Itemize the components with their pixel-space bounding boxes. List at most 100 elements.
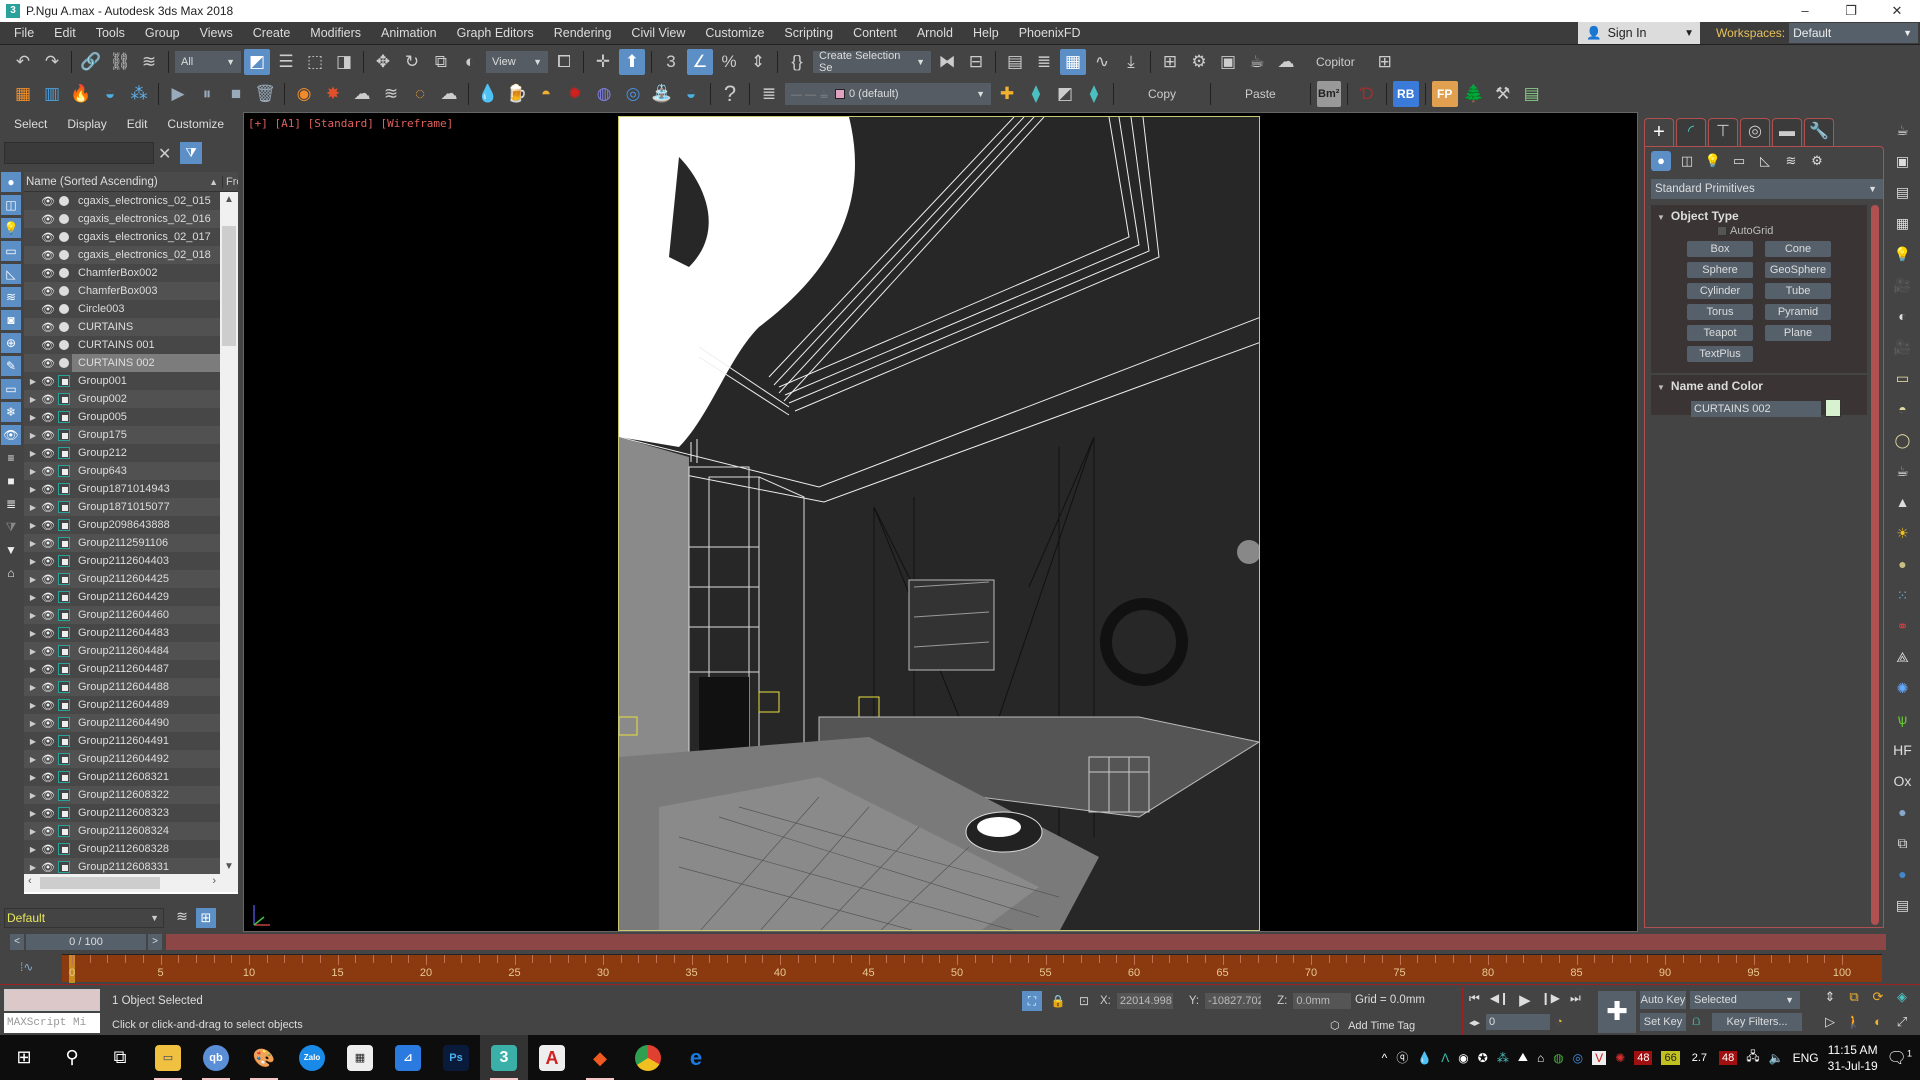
forest-pack-icon[interactable]: FP: [1431, 81, 1458, 107]
waterfall-preset-icon[interactable]: ⛲: [649, 81, 675, 107]
proxy-grid-icon[interactable]: ⁙: [1891, 583, 1915, 607]
scene-object-row[interactable]: ▶ 👁 Group2112604403: [24, 552, 220, 570]
disc-light-icon[interactable]: ◯: [1891, 428, 1915, 452]
render-window-icon[interactable]: ▣: [1891, 149, 1915, 173]
filter-shapes-icon[interactable]: ◫: [1, 195, 21, 215]
time-slider-thumb[interactable]: 0 / 100: [26, 934, 146, 950]
visibility-eye-icon[interactable]: 👁: [40, 645, 56, 658]
scroll-thumb[interactable]: [40, 877, 160, 889]
object-name-input[interactable]: CURTAINS 002: [1691, 401, 1821, 417]
maximize-viewport-icon[interactable]: ⤢: [1892, 1014, 1912, 1034]
window-crossing-icon[interactable]: ◨: [331, 49, 357, 75]
visibility-eye-icon[interactable]: 👁: [40, 753, 56, 766]
display-all-icon[interactable]: ≡: [1, 448, 21, 468]
render-cloud-icon[interactable]: ☁: [1273, 49, 1299, 75]
unlink-icon[interactable]: ⛓: [107, 49, 133, 75]
sync-tray-icon[interactable]: ✪: [1478, 1051, 1488, 1065]
set-current-layer-icon[interactable]: ⧫: [1081, 81, 1107, 107]
d-plugin-icon[interactable]: Ɗ: [1354, 81, 1380, 107]
cup-preset-icon[interactable]: ◍: [591, 81, 617, 107]
red-molecule-tray-icon[interactable]: ✺: [1615, 1051, 1625, 1065]
blood-preset-icon[interactable]: ✹: [562, 81, 588, 107]
keyboard-shortcut-override-icon[interactable]: ⬆: [619, 48, 645, 75]
visibility-eye-icon[interactable]: 👁: [40, 519, 56, 532]
create-tube-button[interactable]: Tube: [1765, 283, 1831, 299]
start-button[interactable]: ⊞: [0, 1035, 48, 1080]
expand-arrow-icon[interactable]: ▶: [26, 773, 40, 782]
time-slider-track[interactable]: [166, 934, 1886, 950]
cloud-preset-icon[interactable]: ☁: [436, 81, 462, 107]
create-cone-button[interactable]: Cone: [1765, 241, 1831, 257]
copitor-button[interactable]: Copitor: [1302, 55, 1369, 69]
paste-button[interactable]: Paste: [1217, 87, 1304, 101]
scene-object-row[interactable]: ▶ 👁 Group005: [24, 408, 220, 426]
material-sphere-icon[interactable]: ●: [1891, 800, 1915, 824]
menu-create[interactable]: Create: [243, 26, 301, 40]
rendered-frame-window-icon[interactable]: ▣: [1215, 49, 1241, 75]
ribbon-toggle-icon[interactable]: ▦: [1060, 48, 1086, 75]
select-by-name-icon[interactable]: ☰: [273, 49, 299, 75]
visibility-eye-icon[interactable]: 👁: [40, 663, 56, 676]
smoke-trail-preset-icon[interactable]: ≋: [378, 81, 404, 107]
snaps-toggle-icon[interactable]: 3: [658, 49, 684, 75]
minimize-button[interactable]: –: [1782, 3, 1828, 19]
menu-file[interactable]: File: [0, 26, 44, 40]
tab-hierarchy[interactable]: ⊤: [1708, 118, 1738, 146]
plane-helper-icon[interactable]: ⟁: [1891, 645, 1915, 669]
placement-icon[interactable]: ◐: [457, 49, 483, 75]
fire-preset-icon[interactable]: ◉: [291, 81, 317, 107]
scene-object-row[interactable]: ▶ 👁 Group2112604491: [24, 732, 220, 750]
create-cylinder-button[interactable]: Cylinder: [1687, 283, 1753, 299]
selection-filter-dropdown[interactable]: All ▼: [175, 50, 241, 73]
sun-icon[interactable]: ☀: [1891, 521, 1915, 545]
key-mode-dropdown[interactable]: Selected ▼: [1690, 991, 1800, 1009]
edit-named-selections-icon[interactable]: {}: [784, 49, 810, 75]
filter-spacewarps-icon[interactable]: ≋: [1, 287, 21, 307]
visibility-eye-icon[interactable]: 👁: [40, 609, 56, 622]
add-time-tag[interactable]: ⬡ Add Time Tag: [1330, 1019, 1415, 1032]
visibility-eye-icon[interactable]: 👁: [40, 393, 56, 406]
mirror-icon[interactable]: ⧓: [934, 49, 960, 75]
create-sphere-button[interactable]: Sphere: [1687, 262, 1753, 278]
primitive-category-dropdown[interactable]: Standard Primitives ▼: [1651, 179, 1883, 199]
visibility-eye-icon[interactable]: 👁: [40, 555, 56, 568]
column-frozen-header[interactable]: Fro: [222, 175, 238, 188]
go-to-end-icon[interactable]: ⏭: [1570, 991, 1581, 1009]
fur-icon[interactable]: ✺: [1891, 676, 1915, 700]
calculator-app[interactable]: ▦: [336, 1035, 384, 1080]
volume-icon[interactable]: 🔈: [1769, 1051, 1784, 1065]
expand-arrow-icon[interactable]: ▶: [26, 521, 40, 530]
usb-tray-icon[interactable]: ⌂: [1537, 1051, 1544, 1065]
filter-options-icon[interactable]: ⧩: [1, 517, 21, 537]
menu-help[interactable]: Help: [963, 26, 1009, 40]
visibility-eye-icon[interactable]: 👁: [40, 825, 56, 838]
visibility-eye-icon[interactable]: 👁: [40, 447, 56, 460]
scene-object-row[interactable]: ▶ 👁 Group2112604490: [24, 714, 220, 732]
visibility-eye-icon[interactable]: 👁: [40, 267, 56, 280]
action-center-icon[interactable]: 🗨1: [1887, 1048, 1912, 1068]
list-panel-icon[interactable]: ▤: [1519, 81, 1545, 107]
menu-arnold[interactable]: Arnold: [907, 26, 963, 40]
isolate-selection-icon[interactable]: ⛶: [1022, 991, 1042, 1011]
search-button[interactable]: ⚲: [48, 1035, 96, 1080]
expand-arrow-icon[interactable]: ▶: [26, 827, 40, 836]
phoenix-liquid-icon[interactable]: ▥: [39, 81, 65, 107]
viewport-layout-icon[interactable]: ⊞: [1372, 49, 1398, 75]
expand-arrow-icon[interactable]: ▶: [26, 863, 40, 872]
camera-icon[interactable]: 🎥: [1891, 273, 1915, 297]
scene-object-row[interactable]: ▶ 👁 Group643: [24, 462, 220, 480]
phoenix-ocean-icon[interactable]: ◒: [97, 81, 123, 107]
3dsmax-app[interactable]: 3: [480, 1035, 528, 1080]
named-selection-dropdown[interactable]: Create Selection Se ▼: [813, 50, 931, 74]
expand-arrow-icon[interactable]: ▶: [26, 809, 40, 818]
menu-group[interactable]: Group: [135, 26, 190, 40]
visibility-eye-icon[interactable]: 👁: [40, 591, 56, 604]
play-icon[interactable]: ▶: [165, 81, 191, 107]
expand-arrow-icon[interactable]: ▶: [26, 395, 40, 404]
whirlpool-preset-icon[interactable]: ◎: [620, 81, 646, 107]
menu-animation[interactable]: Animation: [371, 26, 447, 40]
visibility-eye-icon[interactable]: 👁: [40, 501, 56, 514]
ornatrix-icon[interactable]: Ox: [1891, 769, 1915, 793]
hair-fur-icon[interactable]: HF: [1891, 738, 1915, 762]
blue-sphere-icon[interactable]: ●: [1891, 862, 1915, 886]
